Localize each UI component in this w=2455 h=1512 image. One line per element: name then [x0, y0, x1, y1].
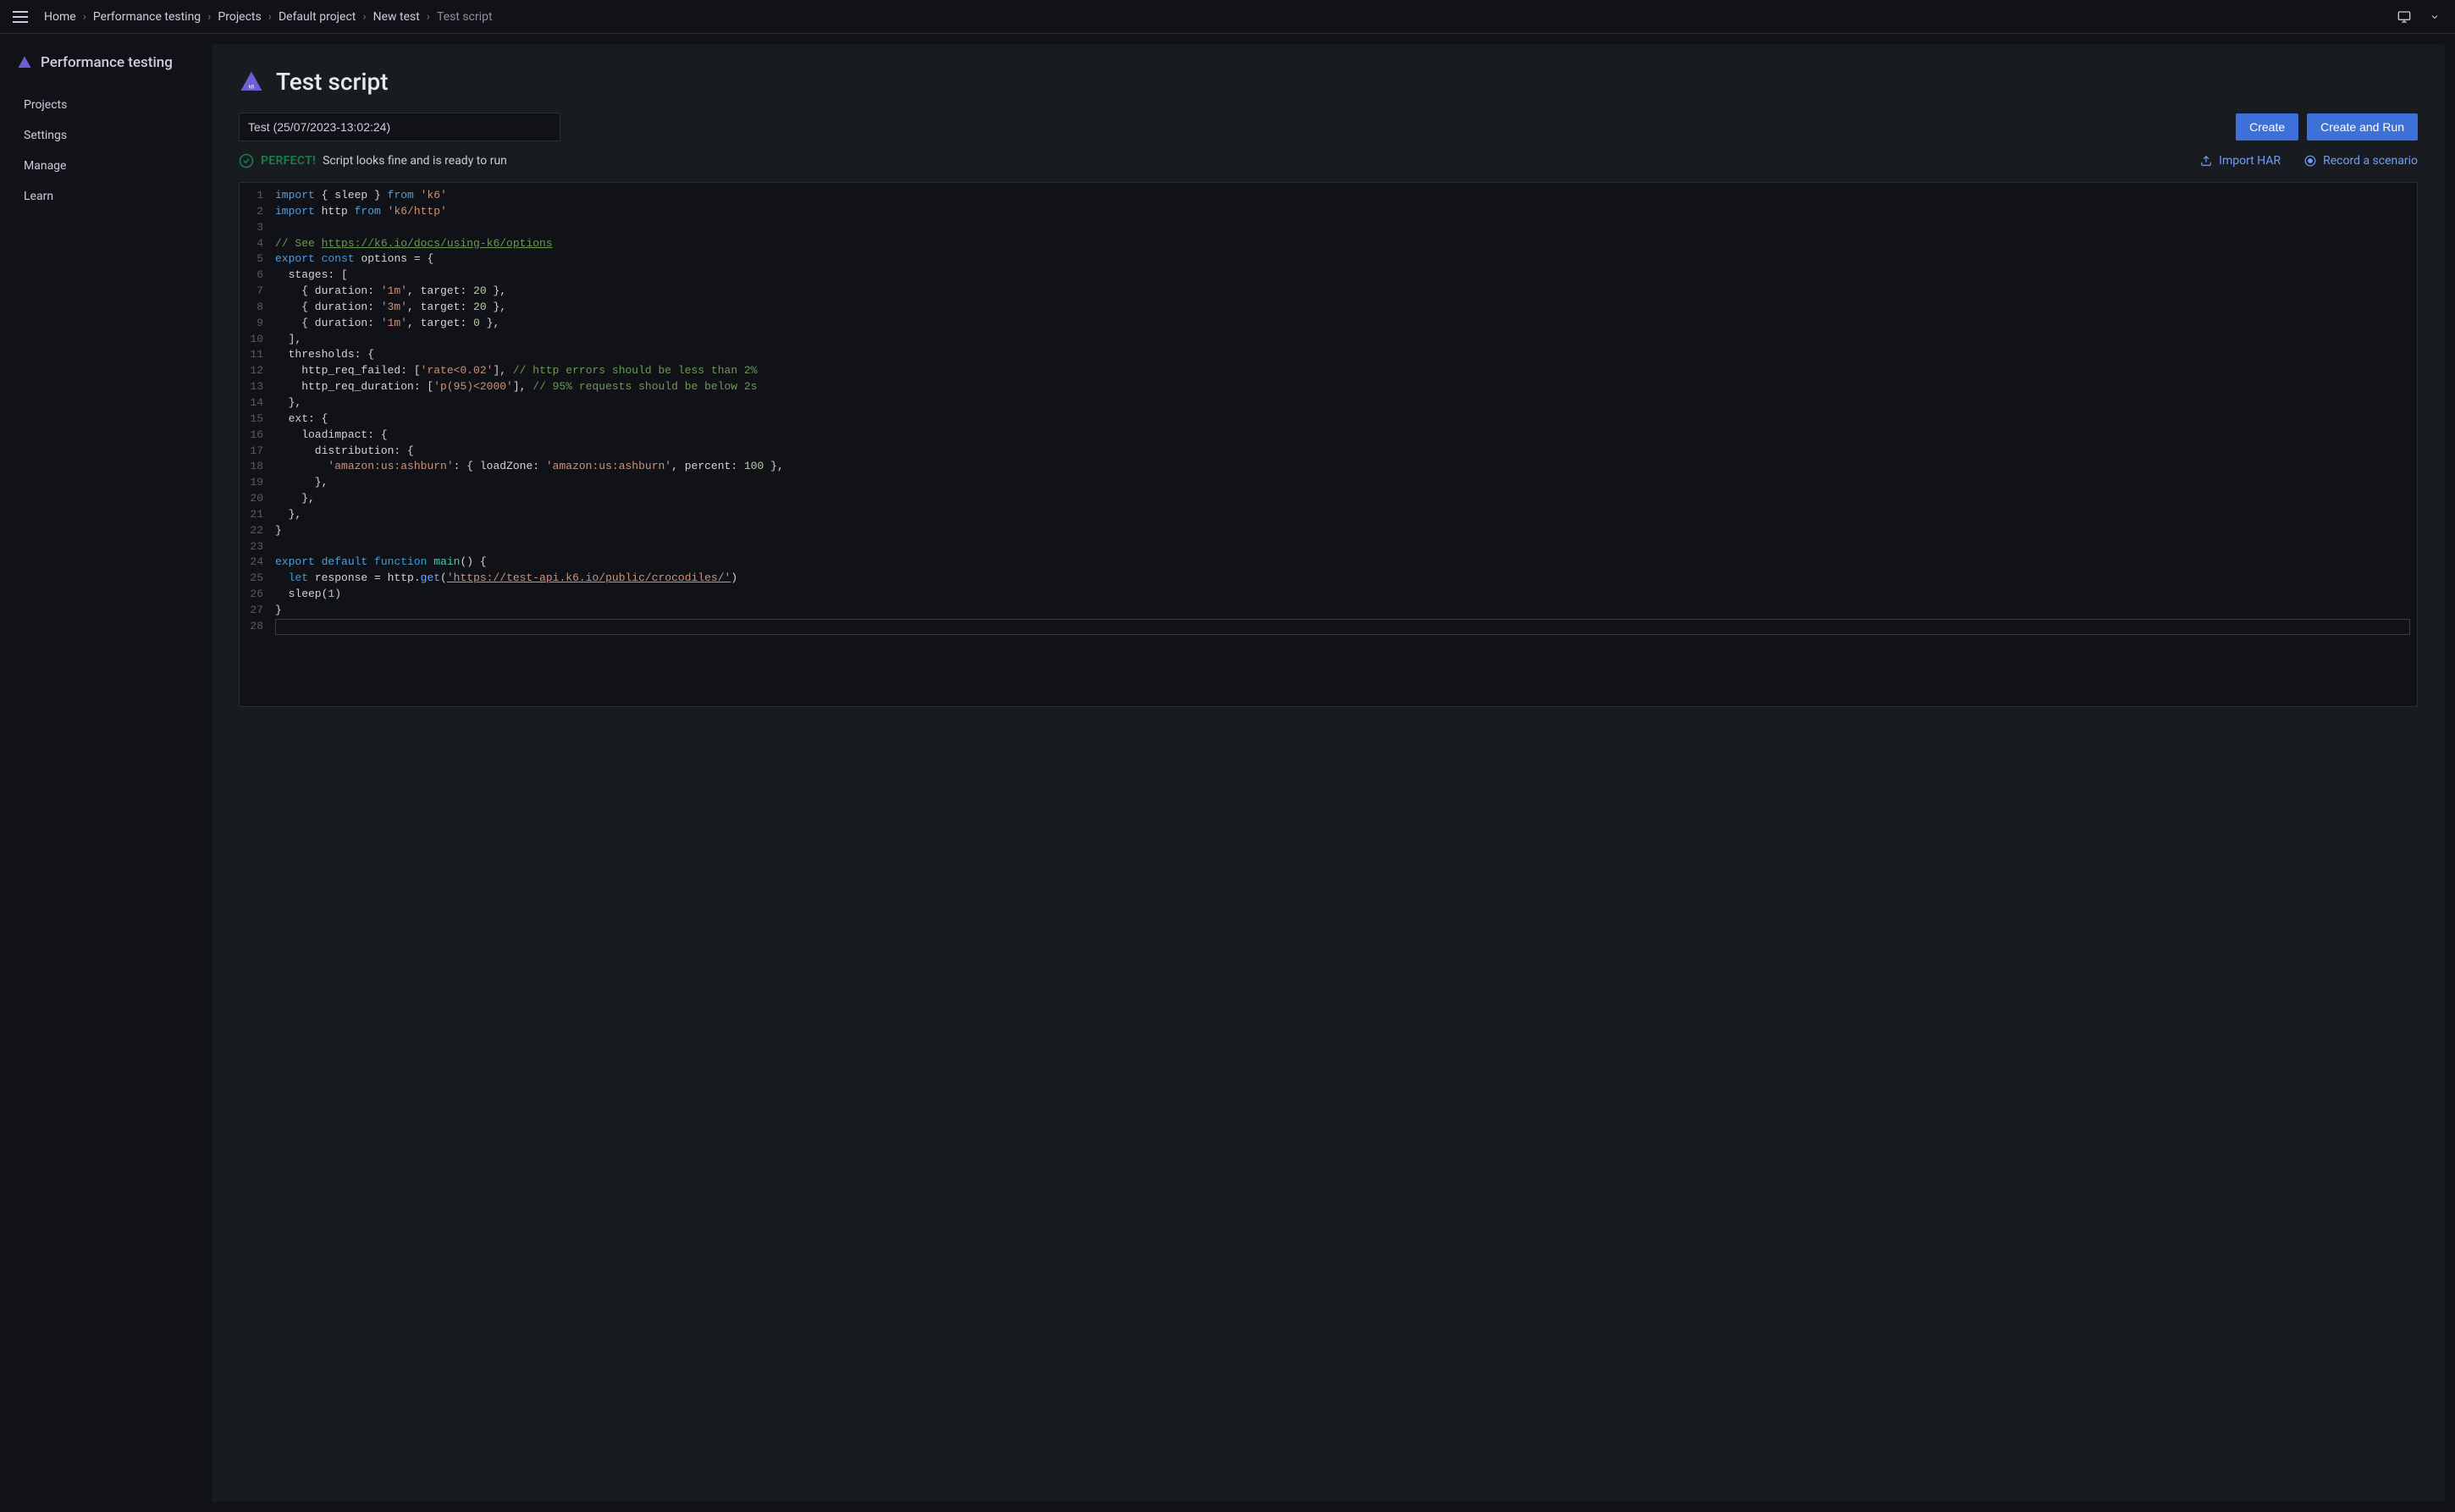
- breadcrumb-newtest[interactable]: New test: [373, 10, 420, 24]
- svg-text:k6: k6: [249, 84, 255, 90]
- status-text: Script looks fine and is ready to run: [323, 154, 507, 168]
- topbar-right: [2394, 7, 2445, 27]
- chevron-down-icon[interactable]: [2425, 7, 2445, 27]
- import-har-label: Import HAR: [2219, 154, 2281, 168]
- sidebar-header: Performance testing: [17, 54, 194, 71]
- check-circle-icon: [239, 153, 254, 168]
- sidebar-item-learn[interactable]: Learn: [17, 183, 194, 210]
- create-button[interactable]: Create: [2236, 113, 2298, 141]
- topbar: Home › Performance testing › Projects › …: [0, 0, 2455, 34]
- breadcrumb-sep: ›: [362, 10, 366, 24]
- sidebar-item-manage[interactable]: Manage: [17, 152, 194, 179]
- sidebar-item-settings[interactable]: Settings: [17, 122, 194, 149]
- page-header: k6 Test script: [239, 68, 2418, 96]
- k6-logo-icon: k6: [239, 69, 264, 95]
- breadcrumb-perf[interactable]: Performance testing: [93, 10, 201, 24]
- test-name-input[interactable]: [239, 113, 560, 141]
- breadcrumb-sep: ›: [207, 10, 211, 24]
- breadcrumb-default[interactable]: Default project: [279, 10, 356, 24]
- menu-button[interactable]: [10, 7, 30, 27]
- create-and-run-button[interactable]: Create and Run: [2307, 113, 2418, 141]
- k6-logo-icon: [17, 55, 32, 70]
- import-har-button[interactable]: Import HAR: [2200, 154, 2281, 168]
- main-content: k6 Test script Create Create and Run PER…: [212, 44, 2445, 1502]
- upload-icon: [2200, 155, 2212, 167]
- sidebar-item-projects[interactable]: Projects: [17, 91, 194, 119]
- breadcrumb-sep: ›: [268, 10, 272, 24]
- status-actions: Import HAR Record a scenario: [2200, 154, 2418, 168]
- breadcrumb-sep: ›: [427, 10, 430, 24]
- page-title: Test script: [276, 68, 389, 96]
- breadcrumb: Home › Performance testing › Projects › …: [44, 10, 2394, 24]
- record-scenario-button[interactable]: Record a scenario: [2304, 154, 2418, 168]
- status-left: PERFECT! Script looks fine and is ready …: [239, 153, 507, 168]
- status-label: PERFECT!: [261, 154, 316, 168]
- breadcrumb-projects[interactable]: Projects: [218, 10, 261, 24]
- sidebar-title: Performance testing: [41, 54, 173, 71]
- record-label: Record a scenario: [2323, 154, 2418, 168]
- code-editor[interactable]: 1import { sleep } from 'k6' 2import http…: [239, 182, 2418, 707]
- monitor-icon[interactable]: [2394, 7, 2414, 27]
- controls-row: Create Create and Run: [239, 113, 2418, 141]
- record-icon: [2304, 155, 2316, 167]
- action-buttons: Create Create and Run: [2236, 113, 2418, 141]
- hamburger-icon: [13, 11, 28, 23]
- sidebar: Performance testing Projects Settings Ma…: [0, 34, 212, 1512]
- status-row: PERFECT! Script looks fine and is ready …: [239, 153, 2418, 168]
- breadcrumb-sep: ›: [83, 10, 86, 24]
- breadcrumb-home[interactable]: Home: [44, 10, 76, 24]
- breadcrumb-current: Test script: [437, 10, 493, 24]
